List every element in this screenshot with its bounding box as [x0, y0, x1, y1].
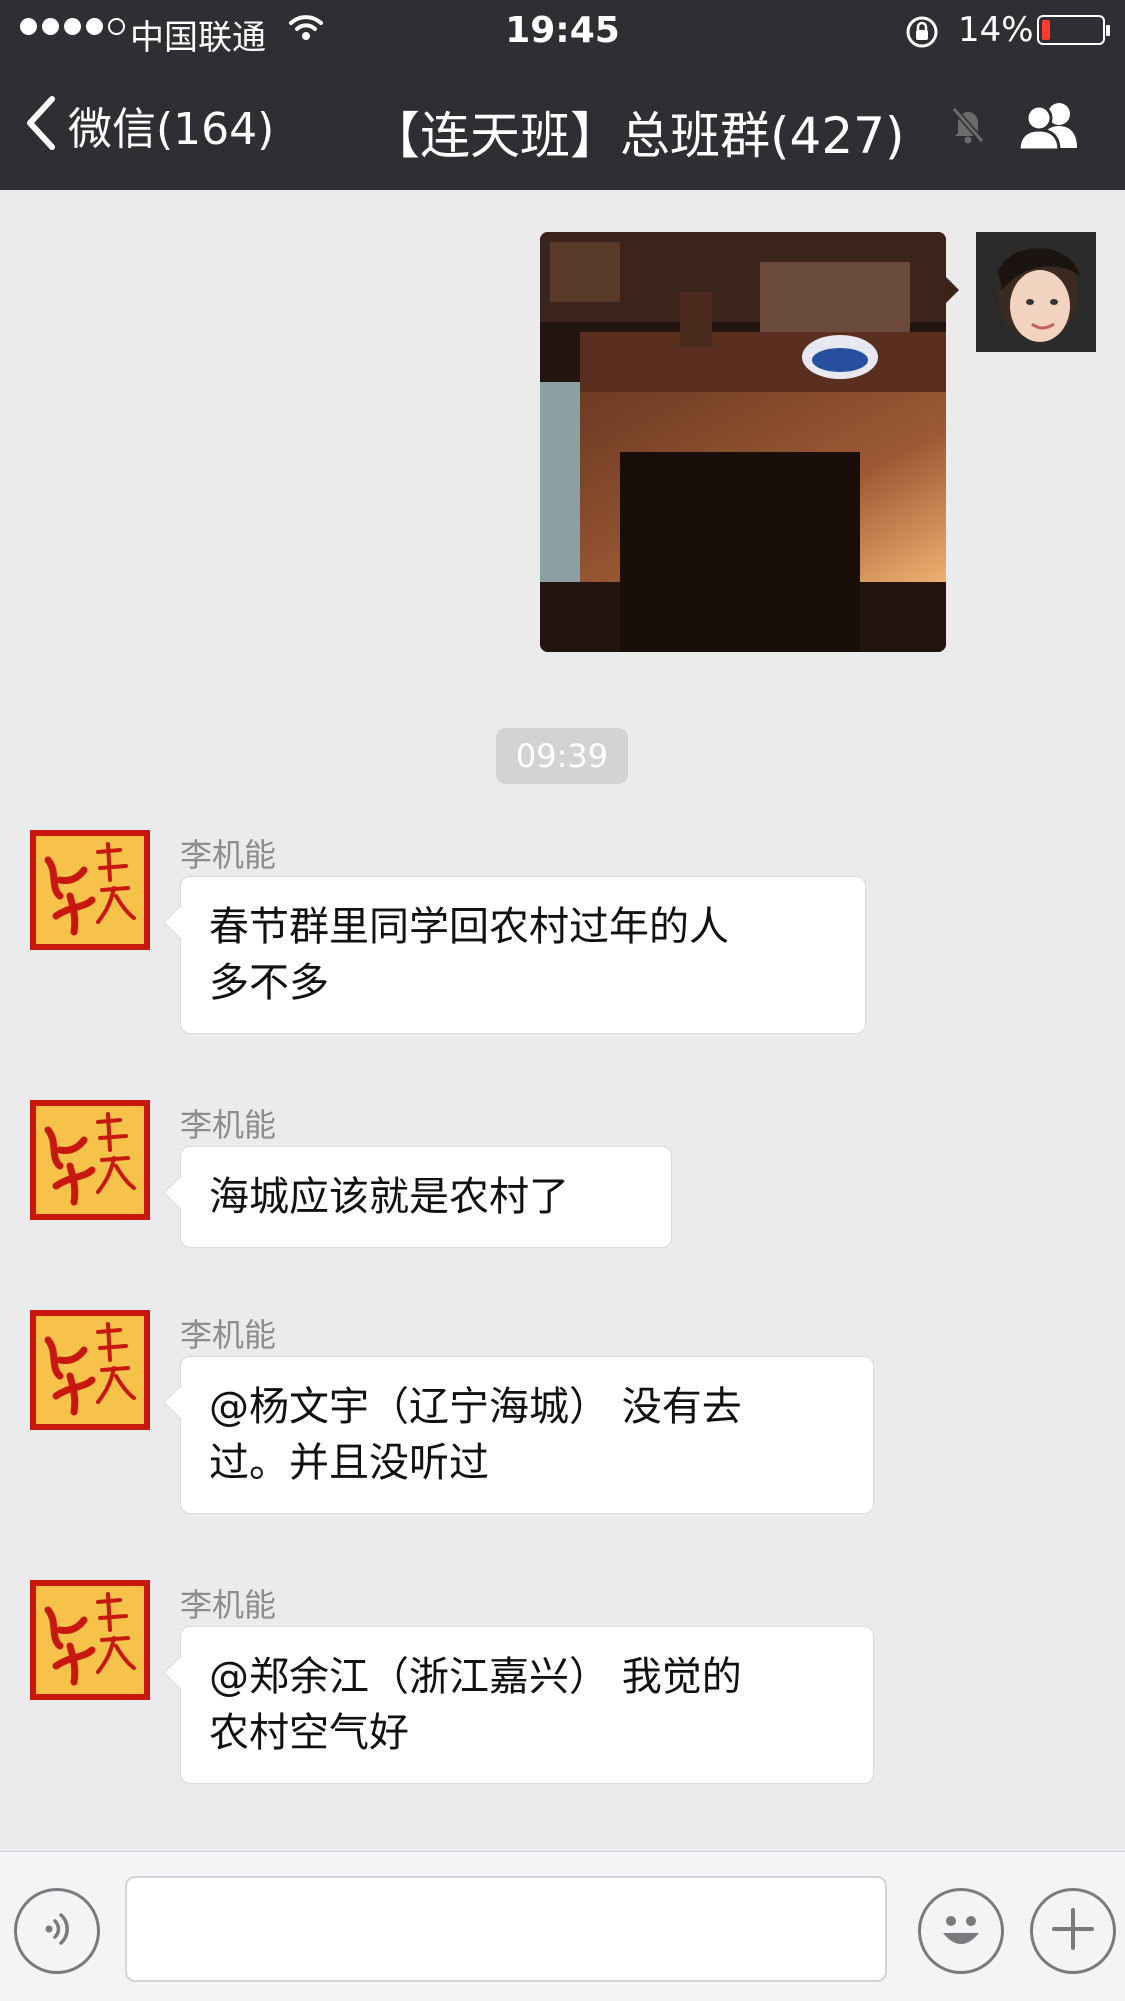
message-line: 多不多 — [209, 960, 329, 1006]
sender-name: 李机能 — [180, 836, 277, 874]
message-line: @郑余江（浙江嘉兴） 我觉的 — [209, 1654, 742, 1700]
sender-name: 李机能 — [180, 1586, 277, 1624]
sender-name: 李机能 — [180, 1316, 277, 1354]
message-input[interactable] — [125, 1876, 887, 1982]
message-bubble[interactable]: @杨文宇（辽宁海城） 没有去 过。并且没听过 — [180, 1356, 874, 1514]
message-line: @杨文宇（辽宁海城） 没有去 — [209, 1384, 742, 1430]
sender-avatar[interactable] — [30, 1100, 150, 1220]
orientation-lock-icon — [904, 14, 940, 54]
sender-avatar[interactable] — [30, 1310, 150, 1430]
bubble-tail — [945, 276, 959, 304]
photo-message[interactable] — [540, 232, 946, 652]
message-line: 海城应该就是农村了 — [209, 1174, 569, 1220]
clock: 19:45 — [505, 10, 620, 51]
battery-level-fill — [1042, 20, 1050, 40]
back-button[interactable]: 微信(164) — [24, 90, 274, 160]
message-timestamp: 09:39 — [496, 728, 628, 784]
sender-name: 李机能 — [180, 1106, 277, 1144]
chevron-left-icon — [24, 95, 58, 155]
message-line: 春节群里同学回农村过年的人 — [209, 904, 729, 950]
message-bubble[interactable]: 春节群里同学回农村过年的人 多不多 — [180, 876, 866, 1034]
battery-percent: 14% — [958, 10, 1034, 50]
emoji-button[interactable] — [918, 1888, 1004, 1974]
emoji-icon — [931, 1899, 991, 1963]
mute-bell-icon — [950, 105, 986, 149]
message-bubble[interactable]: 海城应该就是农村了 — [180, 1146, 672, 1248]
group-members-icon[interactable] — [1015, 98, 1087, 158]
navigation-bar: 微信(164) 【连天班】总班群(427) — [0, 60, 1125, 190]
input-bar — [0, 1851, 1125, 2001]
voice-input-button[interactable] — [14, 1888, 100, 1974]
sender-avatar[interactable] — [30, 830, 150, 950]
plus-icon — [1048, 1904, 1098, 1958]
message-line: 农村空气好 — [209, 1710, 409, 1756]
message-line: 过。并且没听过 — [209, 1440, 489, 1486]
battery-icon — [1037, 15, 1110, 45]
my-avatar[interactable] — [976, 232, 1096, 352]
chat-area[interactable]: 09:39 李机能 春节群里同学回农村过年的人 多不多 李机能 海城应该就是农村… — [0, 190, 1125, 1850]
chat-title: 【连天班】总班群(427) — [370, 107, 905, 165]
more-button[interactable] — [1030, 1888, 1116, 1974]
status-bar: 中国联通 19:45 14% — [0, 0, 1125, 60]
voice-input-icon — [35, 1907, 79, 1955]
back-label: 微信(164) — [68, 104, 275, 155]
sender-avatar[interactable] — [30, 1580, 150, 1700]
message-bubble[interactable]: @郑余江（浙江嘉兴） 我觉的 农村空气好 — [180, 1626, 874, 1784]
top-bar: 中国联通 19:45 14% 微信(164) 【连天班】总班群(427) — [0, 0, 1125, 190]
